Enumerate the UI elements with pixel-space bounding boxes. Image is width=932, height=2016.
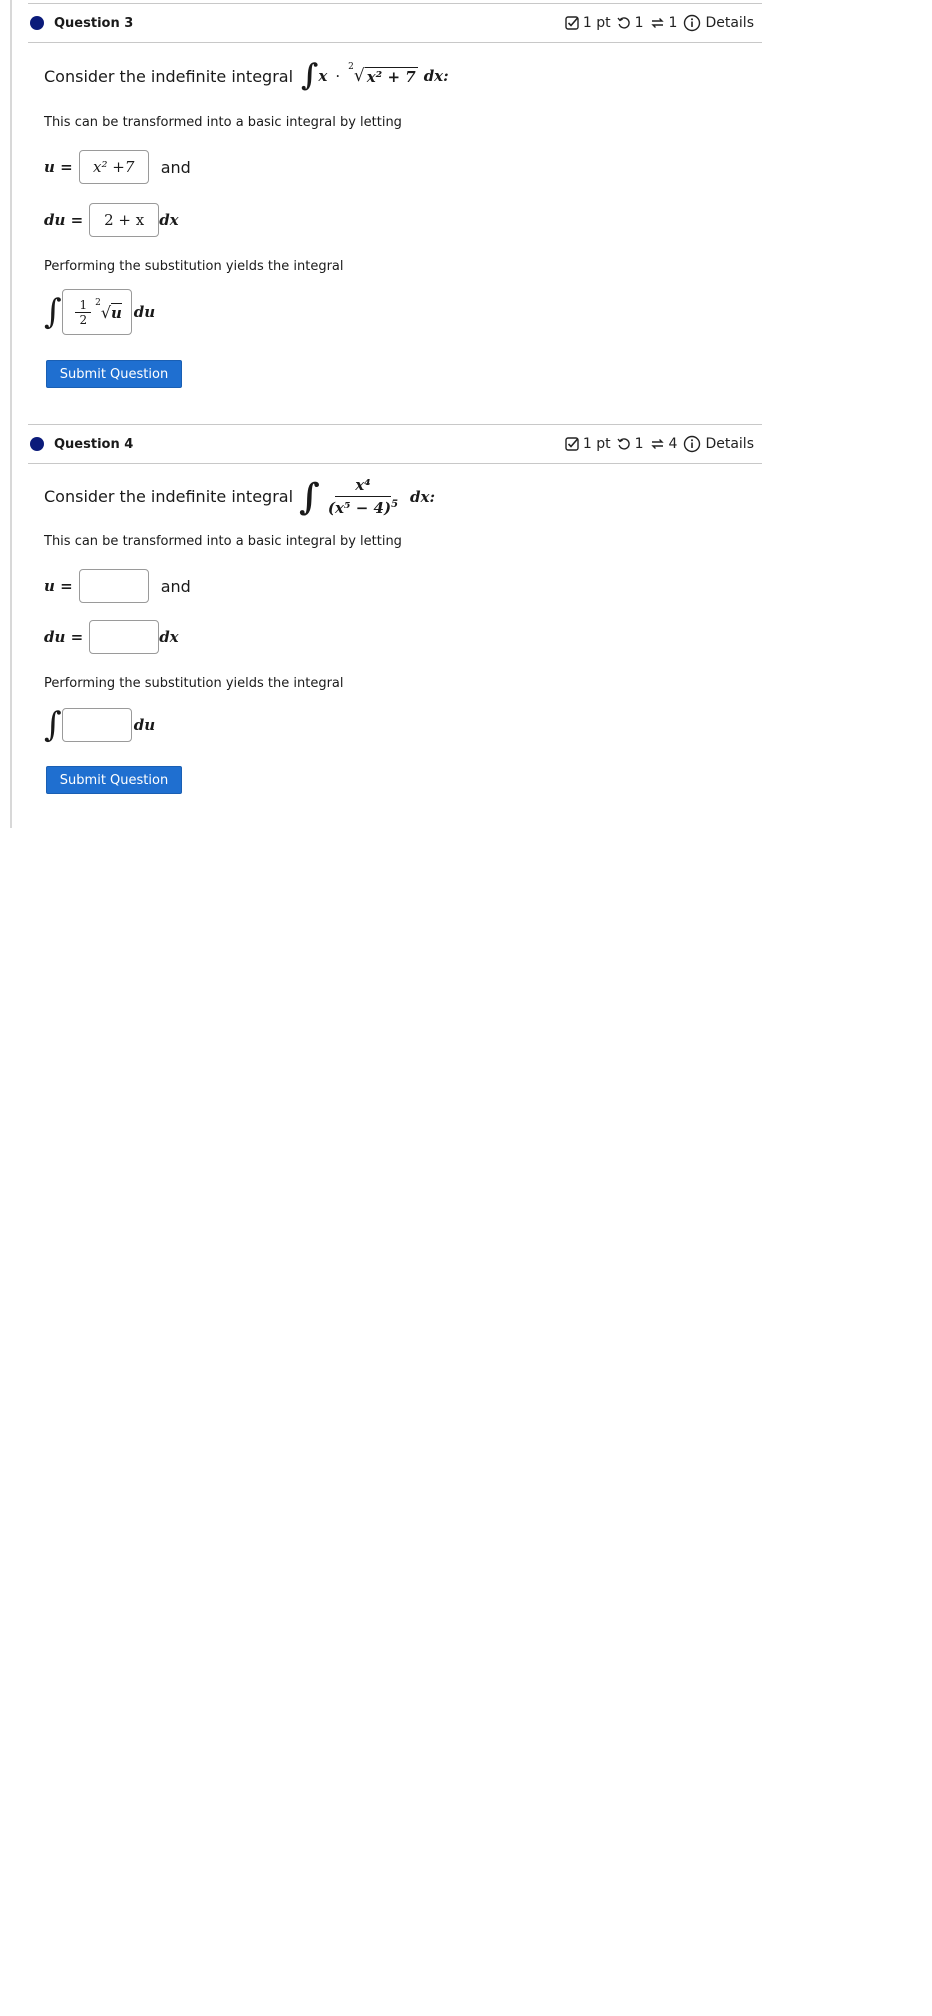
u-row: u = and: [44, 569, 191, 603]
du-row: du = dx: [44, 620, 179, 654]
question-header: Question 3 1 pt 1 1 Details: [28, 3, 762, 43]
info-icon: [684, 14, 701, 32]
question-3: Question 3 1 pt 1 1 Details Consider the…: [28, 3, 762, 388]
u-answer-input[interactable]: [78, 569, 149, 603]
details-label: Details: [705, 436, 754, 452]
status-dot-icon: [30, 16, 44, 30]
integral-expression: ∫ x⁴ (x⁵ − 4)5 dx:: [299, 475, 435, 518]
du-row: du = 2 + x dx: [44, 203, 179, 237]
checkbox-icon: [565, 437, 579, 451]
retries-count: 1: [634, 436, 644, 452]
prompt-text: Consider the indefinite integral: [44, 487, 294, 506]
radical: 2 √ x² + 7: [348, 62, 418, 86]
attempts-count: 1: [668, 15, 678, 31]
performing-text: Performing the substitution yields the i…: [44, 259, 344, 274]
details-link[interactable]: Details: [683, 14, 754, 32]
and-label: and: [160, 576, 191, 596]
du-label: du =: [44, 211, 84, 229]
u-row: u = x² +7 and: [44, 150, 191, 184]
submit-question-button[interactable]: Submit Question: [46, 360, 182, 388]
points-label: 1 pt: [582, 436, 611, 452]
question-title: Question 3: [54, 15, 134, 31]
performing-text: Performing the substitution yields the i…: [44, 676, 344, 691]
u-label: u =: [44, 577, 73, 595]
du-label: du =: [44, 628, 84, 646]
attempts-icon: [650, 439, 664, 449]
u-label: u =: [44, 158, 73, 176]
submit-question-button[interactable]: Submit Question: [46, 766, 182, 794]
attempts-count: 4: [668, 436, 678, 452]
prompt-row: Consider the indefinite integral ∫ x⁴ (x…: [44, 476, 435, 517]
integral-expression: ∫ x · 2 √ x² + 7 dx:: [301, 58, 449, 93]
details-link[interactable]: Details: [683, 435, 754, 453]
retry-icon: [617, 438, 630, 450]
result-row: ∫ 1 2 2 √ u du: [44, 289, 155, 335]
transform-text: This can be transformed into a basic int…: [44, 534, 402, 549]
attempts-icon: [650, 18, 664, 28]
details-label: Details: [705, 15, 754, 31]
question-4: Question 4 1 pt 1 4 Details Consider the…: [28, 424, 762, 794]
integral-sign: ∫: [44, 292, 62, 332]
retry-icon: [617, 17, 630, 29]
result-row: ∫ du: [44, 708, 155, 742]
and-label: and: [160, 157, 191, 177]
points-label: 1 pt: [582, 15, 611, 31]
du-answer-input[interactable]: 2 + x: [89, 203, 160, 237]
integral-answer-input[interactable]: [61, 708, 132, 742]
u-answer-input[interactable]: x² +7: [78, 150, 149, 184]
prompt-text: Consider the indefinite integral: [44, 66, 294, 86]
question-title: Question 4: [54, 436, 134, 452]
info-icon: [684, 435, 701, 453]
prompt-row: Consider the indefinite integral ∫ x · 2…: [44, 61, 449, 91]
dx-label: dx: [159, 628, 179, 646]
integral-sign: ∫: [44, 705, 62, 745]
status-dot-icon: [30, 437, 44, 451]
page-left-rule: [10, 0, 12, 828]
integral-sign: ∫: [299, 475, 320, 518]
integral-answer-input[interactable]: 1 2 2 √ u: [61, 289, 132, 335]
retries-count: 1: [634, 15, 644, 31]
du-suffix: du: [133, 303, 156, 321]
checkbox-icon: [565, 16, 579, 30]
dx-label: dx: [159, 211, 179, 229]
du-answer-input[interactable]: [89, 620, 160, 654]
question-header: Question 4 1 pt 1 4 Details: [28, 424, 762, 464]
question-meta: 1 pt 1 4 Details: [559, 435, 762, 453]
transform-text: This can be transformed into a basic int…: [44, 115, 402, 130]
question-meta: 1 pt 1 1 Details: [559, 14, 762, 32]
integral-sign: ∫: [301, 58, 319, 93]
du-suffix: du: [133, 716, 156, 734]
